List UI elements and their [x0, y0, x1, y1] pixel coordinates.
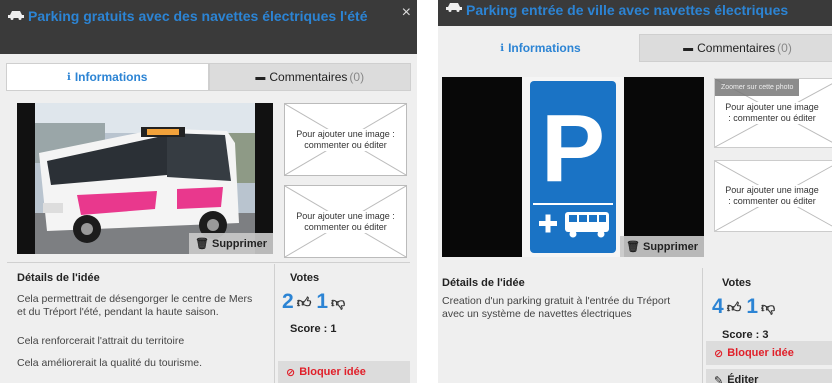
tab-informations[interactable]: ℹ Informations [6, 63, 209, 91]
placeholder-text: Pour ajouter une image : commenter ou éd… [721, 185, 823, 207]
delete-photo-label: Supprimer [642, 241, 698, 253]
block-idea-button[interactable]: ⊘ Bloquer idée [278, 361, 410, 383]
score-label: Score : 1 [290, 323, 337, 335]
votes-down-count: 1 [746, 295, 759, 318]
block-idea-label: Bloquer idée [727, 347, 794, 359]
thumbs-down-icon[interactable]: 👎︎ [331, 294, 345, 311]
info-icon: ℹ [67, 71, 71, 83]
divider [274, 264, 275, 383]
image-placeholder[interactable]: Pour ajouter une image : commenter ou éd… [714, 78, 832, 148]
image-placeholder[interactable]: Pour ajouter une image : commenter ou éd… [284, 103, 407, 176]
details-paragraph: Cela permettrait de désengorger le centr… [17, 293, 253, 318]
idea-photo[interactable]: P 🗑 Supprimer [442, 77, 704, 257]
score-label: Score : 3 [722, 329, 769, 341]
idea-photo[interactable]: 🗑 Supprimer [17, 103, 273, 254]
comment-icon: ▬ [683, 42, 694, 54]
tab-label: Commentaires [697, 41, 776, 55]
votes-title: Votes [290, 272, 320, 284]
thumbs-down-icon[interactable]: 👎︎ [761, 299, 775, 316]
image-placeholder[interactable]: Pour ajouter une image : commenter ou éd… [284, 185, 407, 258]
edit-idea-button[interactable]: ✎ Éditer [706, 369, 832, 383]
svg-text:P: P [541, 95, 605, 202]
delete-photo-label: Supprimer [211, 238, 267, 250]
votes-down-count: 1 [316, 290, 329, 313]
divider [7, 262, 410, 263]
details-paragraph: Cela améliorerait la qualité du tourisme… [17, 357, 203, 369]
thumbs-up-icon[interactable]: 👍︎ [727, 299, 742, 316]
bus-photo-image [17, 103, 273, 254]
votes-box: Votes 2 👍︎ 1 👎︎ Score : 1 [282, 272, 350, 335]
ban-icon: ⊘ [286, 366, 296, 379]
parking-sign-image: P [442, 77, 704, 257]
tab-bar: ℹ Informations ▬ Commentaires (0) [442, 34, 832, 62]
placeholder-text: Pour ajouter une image : commenter ou éd… [291, 210, 400, 233]
trash-icon: 🗑 [625, 241, 640, 253]
tab-label: Commentaires [269, 70, 348, 84]
panel-title: Parking entrée de ville avec navettes él… [466, 2, 789, 18]
tab-label: Informations [508, 41, 581, 55]
close-icon[interactable]: × [402, 4, 411, 21]
delete-photo-button[interactable]: 🗑 Supprimer [188, 233, 273, 254]
tab-informations[interactable]: ℹ Informations [442, 34, 639, 62]
pencil-icon: ✎ [714, 374, 724, 383]
idea-panel-2: Parking entrée de ville avec navettes él… [438, 0, 832, 383]
tab-commentaires[interactable]: ▬ Commentaires (0) [639, 34, 832, 62]
info-icon: ℹ [500, 42, 505, 54]
comment-icon: ▬ [255, 71, 266, 83]
details-paragraph: Cela renforcerait l'attrait du territoir… [17, 335, 185, 347]
panel-header: Parking entrée de ville avec navettes él… [438, 0, 832, 26]
divider [702, 268, 703, 383]
comments-count: (0) [349, 70, 365, 84]
trash-icon: 🗑 [194, 238, 209, 250]
details-title: Détails de l'idée [442, 277, 525, 289]
comments-count: (0) [777, 41, 792, 55]
block-idea-button[interactable]: ⊘ Bloquer idée [706, 341, 832, 365]
placeholder-text: Pour ajouter une image : commenter ou éd… [721, 102, 823, 124]
tab-label: Informations [74, 70, 148, 84]
votes-up-count: 4 [712, 295, 724, 318]
thumbs-up-icon[interactable]: 👍︎ [297, 294, 312, 311]
idea-panel-1: Parking gratuits avec des navettes élect… [0, 0, 417, 383]
votes-up-count: 2 [282, 290, 294, 313]
panel-title: Parking gratuits avec des navettes élect… [28, 8, 368, 24]
edit-idea-label: Éditer [727, 374, 759, 383]
delete-photo-button[interactable]: 🗑 Supprimer [619, 236, 704, 257]
votes-box: Votes 4 👍︎ 1 👎︎ Score : 3 [712, 277, 780, 341]
details-title: Détails de l'idée [17, 272, 100, 284]
tab-bar: ℹ Informations ▬ Commentaires (0) [6, 63, 411, 91]
votes-title: Votes [722, 277, 752, 289]
ban-icon: ⊘ [714, 347, 724, 360]
image-placeholder[interactable]: Pour ajouter une image : commenter ou éd… [714, 160, 832, 232]
placeholder-text: Pour ajouter une image : commenter ou éd… [291, 128, 400, 151]
zoom-photo-button[interactable]: Zoomer sur cette photo [715, 79, 800, 96]
car-icon [446, 3, 462, 12]
block-idea-label: Bloquer idée [299, 366, 366, 378]
tab-commentaires[interactable]: ▬ Commentaires (0) [208, 63, 411, 91]
details-paragraph: Creation d'un parking gratuit à l'entrée… [442, 295, 671, 320]
panel-header: Parking gratuits avec des navettes élect… [0, 0, 417, 54]
car-icon [8, 11, 24, 20]
